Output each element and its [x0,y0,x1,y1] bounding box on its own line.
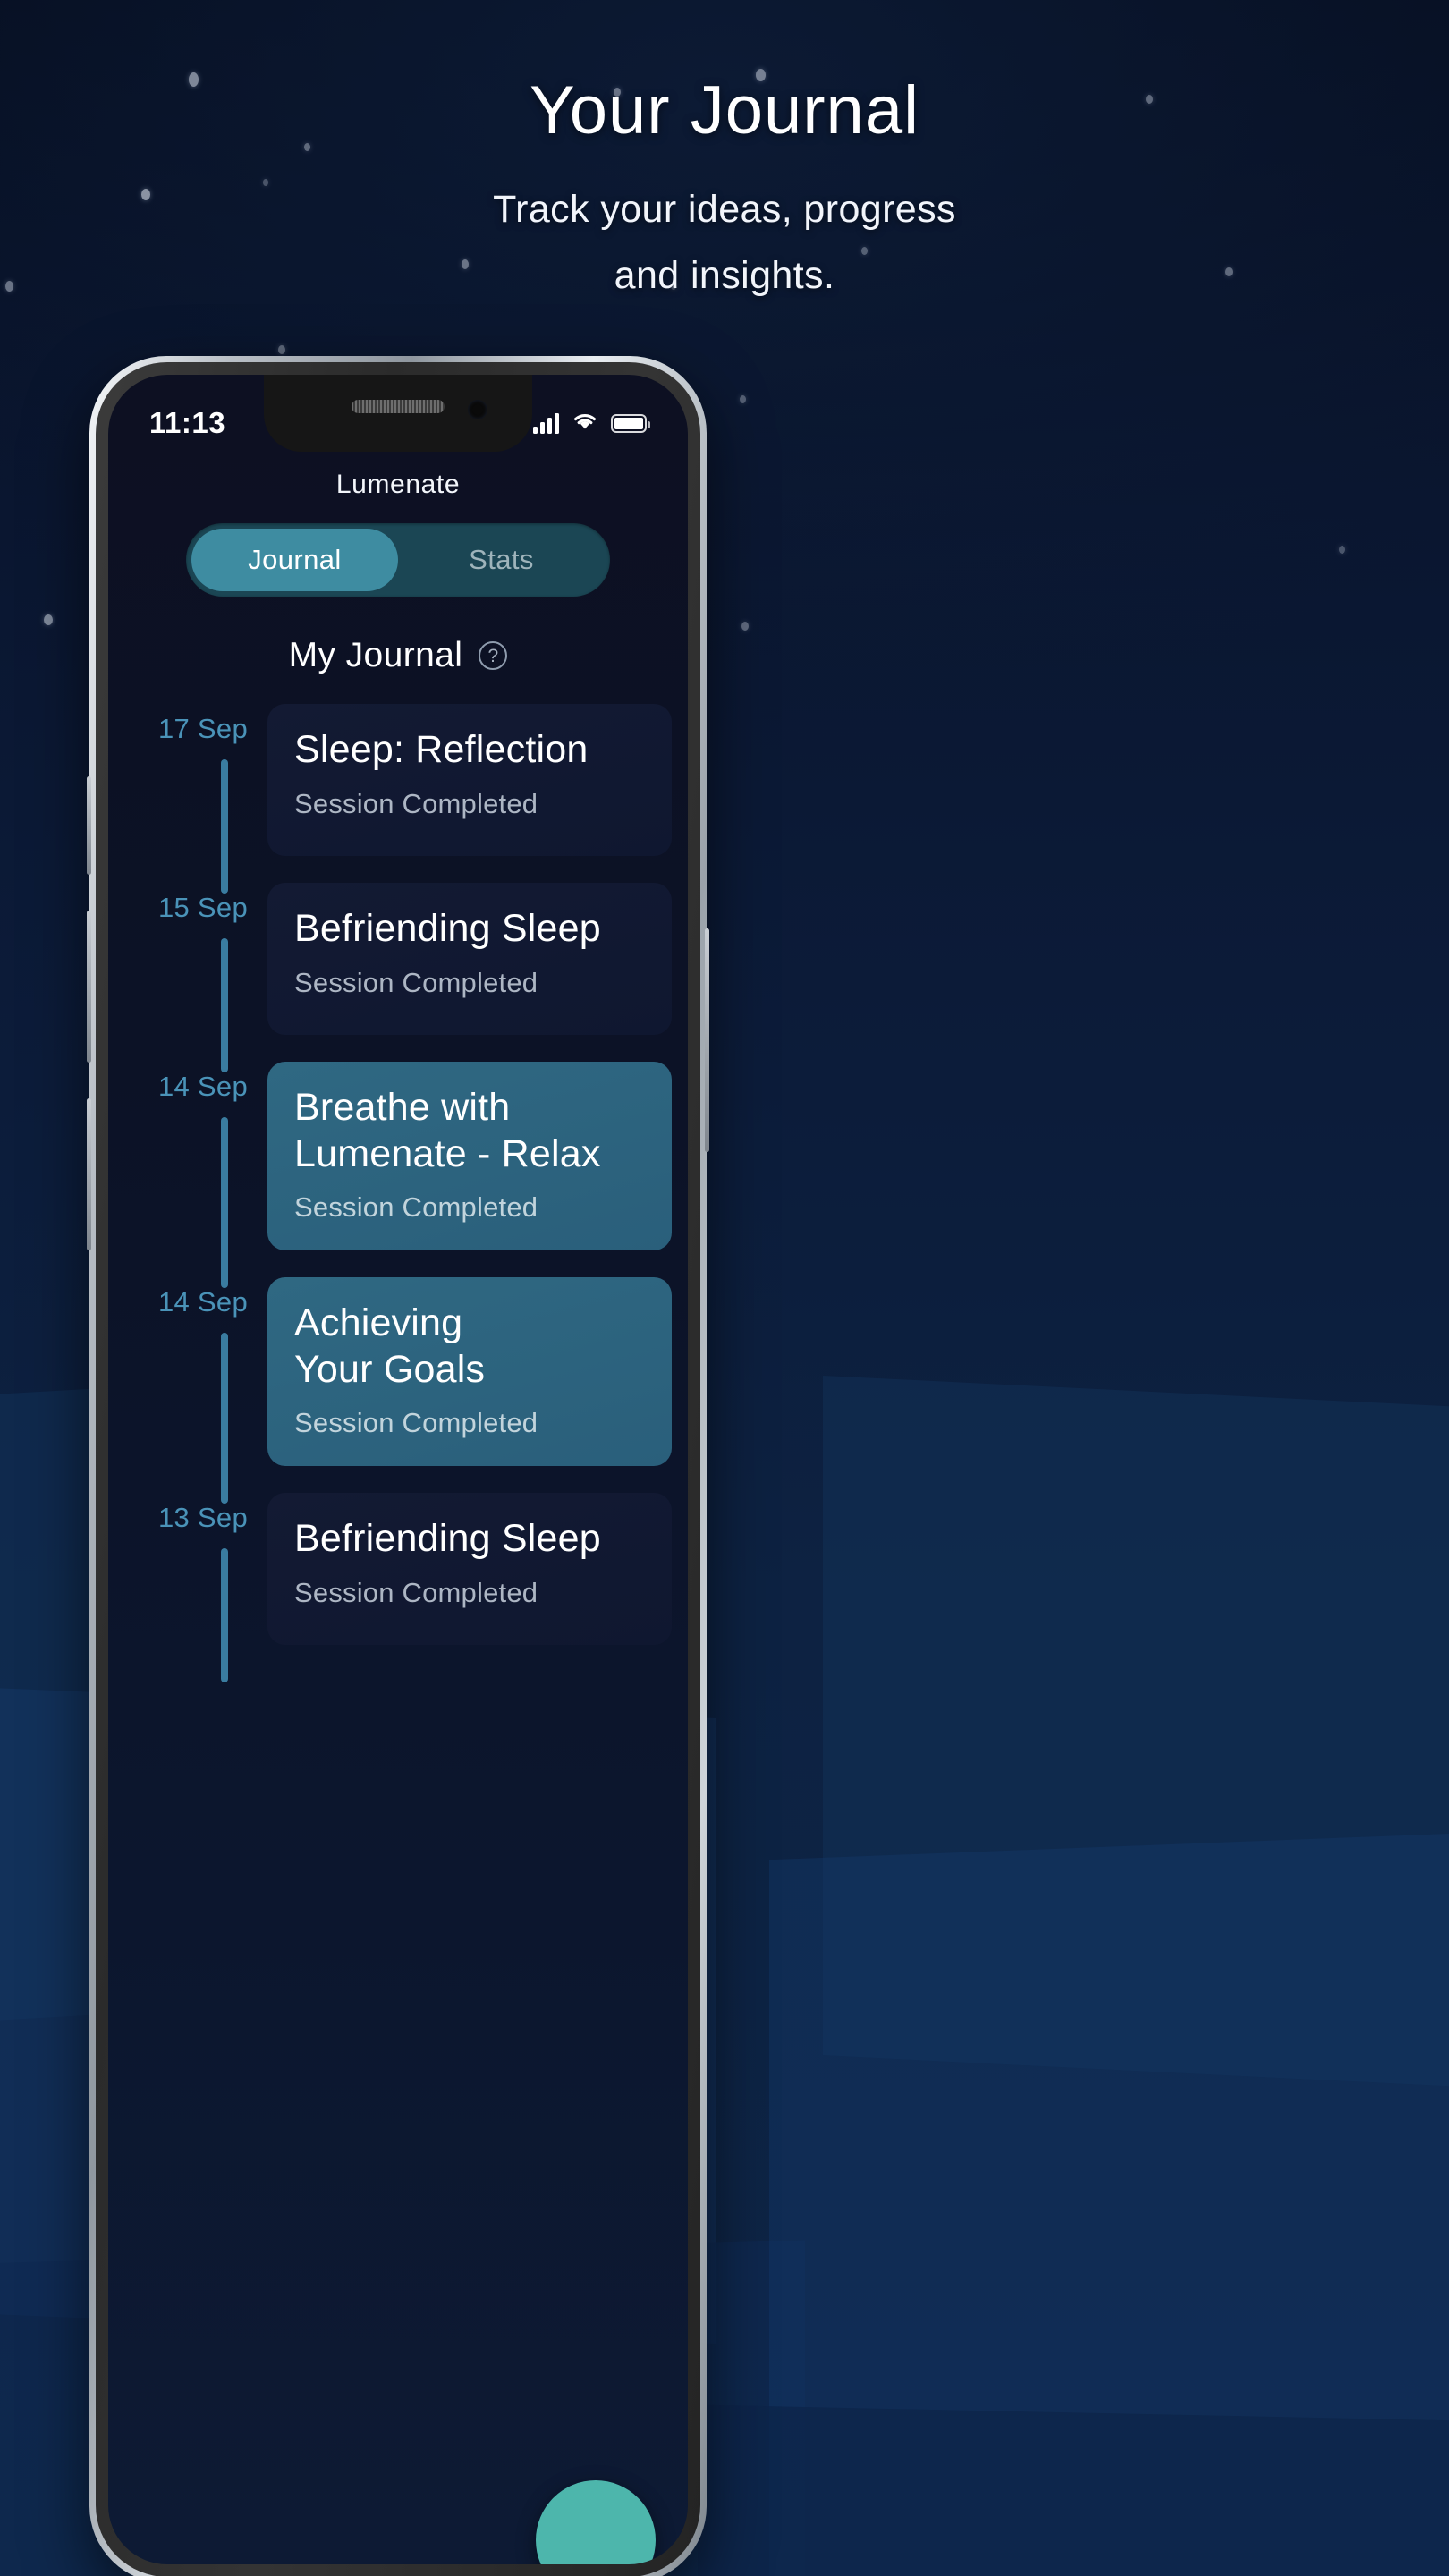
entry-title: Breathe with Lumenate - Relax [294,1086,601,1175]
journal-entry[interactable]: 13 Sep Befriending Sleep Session Complet… [108,1493,672,1683]
entry-date: 14 Sep [157,1286,248,1318]
tab-journal[interactable]: Journal [191,529,398,591]
entry-status: Session Completed [294,966,538,998]
star-dot [44,614,53,625]
entry-date: 13 Sep [157,1502,248,1534]
tab-switcher: Journal Stats [186,523,610,597]
entry-card[interactable]: Befriending Sleep Session Completed [267,883,672,1035]
phone-screen: 11:13 Lumenate Journal Stats My Journal … [108,375,688,2564]
entry-date-column: 15 Sep [108,883,267,1072]
entry-status: Session Completed [294,1407,538,1439]
app-title: Lumenate [335,470,461,499]
journal-entry[interactable]: 14 Sep Achieving Your Goals Session Comp… [108,1277,672,1504]
entry-title: Befriending Sleep [294,1517,601,1561]
star-dot [740,395,746,403]
page-subtitle-line-1: Track your ideas, progress [493,188,956,231]
page-subtitle-line-2: and insights. [614,253,835,297]
entry-date-column: 13 Sep [108,1493,267,1683]
entry-card[interactable]: Befriending Sleep Session Completed [267,1493,672,1646]
phone-volume-down-button [87,1098,91,1250]
add-entry-fab-icon[interactable] [536,2480,656,2564]
entry-card[interactable]: Achieving Your Goals Session Completed [267,1277,672,1467]
journal-entry[interactable]: 14 Sep Breathe with Lumenate - Relax Ses… [108,1062,672,1289]
entry-title: Achieving Your Goals [294,1301,486,1391]
page-title: Your Journal [530,72,919,148]
timeline-connector [221,1333,228,1504]
entry-date: 15 Sep [157,892,248,923]
entry-date: 14 Sep [157,1071,248,1102]
timeline-connector [221,759,228,894]
journal-entry[interactable]: 17 Sep Sleep: Reflection Session Complet… [108,704,672,894]
journal-entry[interactable]: 15 Sep Befriending Sleep Session Complet… [108,883,672,1072]
timeline-connector [221,938,228,1072]
journal-timeline: 17 Sep Sleep: Reflection Session Complet… [108,704,688,1683]
app-content: Lumenate Journal Stats My Journal ? 17 S… [108,452,688,2564]
background-band [823,1375,1449,2096]
entry-date-column: 17 Sep [108,704,267,894]
star-dot [278,345,285,354]
page-subtitle: Track your ideas, progress and insights. [0,177,1449,309]
wifi-icon [572,411,598,436]
star-dot [1339,546,1345,554]
star-dot [741,622,749,631]
phone-mockup: 11:13 Lumenate Journal Stats My Journal … [87,356,709,2576]
cellular-signal-icon [533,412,559,434]
entry-status: Session Completed [294,1191,538,1224]
entry-card[interactable]: Breathe with Lumenate - Relax Session Co… [267,1062,672,1251]
promo-screenshot: Your Journal Track your ideas, progress … [0,0,1449,2576]
timeline-connector [221,1548,228,1683]
entry-status: Session Completed [294,787,538,819]
tab-stats[interactable]: Stats [398,529,605,591]
background-band [769,1825,1449,2576]
help-circle-icon[interactable]: ? [479,641,508,670]
phone-volume-up-button [87,911,91,1063]
status-bar-time: 11:13 [149,406,226,439]
entry-title: Befriending Sleep [294,907,601,950]
status-bar: 11:13 [108,400,688,446]
background-band [698,2404,1449,2576]
entry-date-column: 14 Sep [108,1062,267,1289]
section-header: My Journal ? [108,636,688,675]
section-title: My Journal [288,636,463,674]
status-bar-icons [533,411,650,436]
phone-power-button [705,928,709,1152]
entry-date-column: 14 Sep [108,1277,267,1504]
battery-full-icon [611,413,650,433]
entry-date: 17 Sep [157,713,248,744]
timeline-connector [221,1117,228,1289]
entry-card[interactable]: Sleep: Reflection Session Completed [267,704,672,856]
phone-mute-switch [87,776,91,875]
entry-status: Session Completed [294,1576,538,1608]
entry-title: Sleep: Reflection [294,728,589,771]
